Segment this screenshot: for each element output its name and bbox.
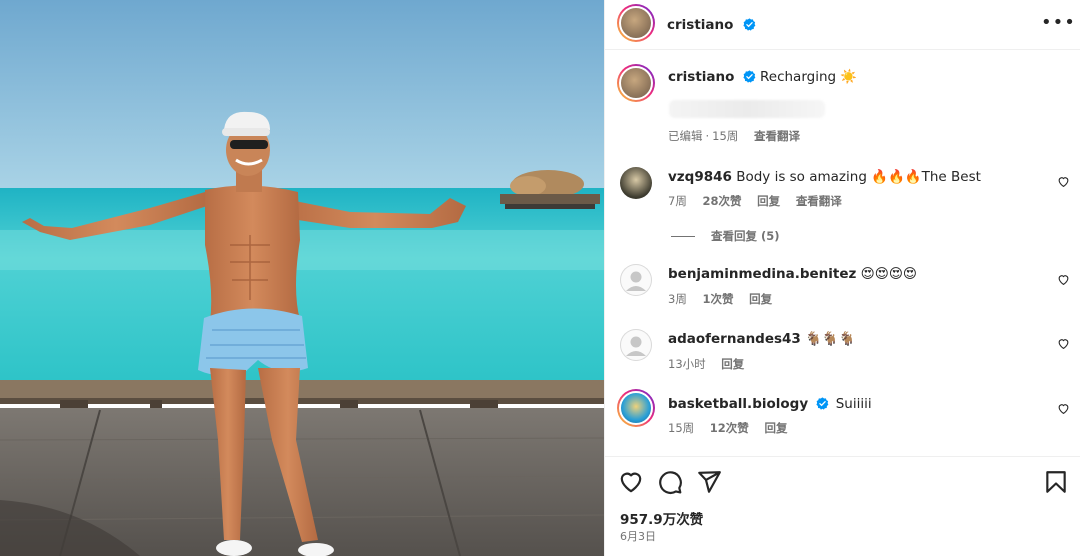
comment-username[interactable]: basketball.biology bbox=[668, 396, 808, 412]
post-header: cristiano ••• bbox=[605, 0, 1080, 50]
comment-text: Body is so amazing 🔥🔥🔥The Best bbox=[736, 169, 981, 185]
divider-line bbox=[671, 236, 695, 237]
caption-username[interactable]: cristiano bbox=[668, 69, 734, 85]
blurred-caption-text bbox=[669, 100, 825, 118]
default-avatar-icon bbox=[620, 329, 652, 361]
comment-text: 😍😍😍😍 bbox=[860, 266, 917, 282]
reply-button[interactable]: 回复 bbox=[764, 421, 787, 435]
view-replies-label[interactable]: 查看回复 (5) bbox=[711, 229, 780, 243]
see-translation-link[interactable]: 查看翻译 bbox=[754, 129, 800, 143]
post-side-panel: cristiano ••• cristiano Recharging ☀️ 已编… bbox=[604, 0, 1080, 556]
reply-button[interactable]: 回复 bbox=[757, 194, 780, 208]
author-avatar[interactable] bbox=[617, 4, 655, 42]
bookmark-icon[interactable] bbox=[1043, 469, 1069, 495]
reply-button[interactable]: 回复 bbox=[721, 357, 744, 371]
comment-like-heart-icon[interactable] bbox=[1057, 402, 1070, 415]
caption-meta: 已编辑 · 15周 查看翻译 bbox=[668, 128, 812, 144]
comment-meta: 3周 1次赞 回复 bbox=[668, 291, 784, 307]
caption-age: 15周 bbox=[712, 129, 739, 143]
post-photo[interactable] bbox=[0, 0, 604, 556]
author-username[interactable]: cristiano bbox=[667, 17, 733, 33]
meta-separator: · bbox=[705, 129, 710, 143]
comment-body: basketball.biology Suiiiii bbox=[668, 396, 872, 412]
share-icon[interactable] bbox=[696, 469, 722, 495]
reply-button[interactable]: 回复 bbox=[749, 292, 772, 306]
comment-text: Suiiiii bbox=[835, 396, 872, 412]
comment-like-heart-icon[interactable] bbox=[1057, 337, 1070, 350]
commenter-avatar[interactable] bbox=[617, 389, 655, 427]
comment-username[interactable]: vzq9846 bbox=[668, 169, 732, 185]
default-avatar-icon bbox=[620, 264, 652, 296]
verified-badge-icon bbox=[816, 397, 829, 410]
comment-meta: 13小时 回复 bbox=[668, 356, 756, 372]
comment-meta: 7周 28次赞 回复 查看翻译 bbox=[668, 193, 854, 209]
comment-body: adaofernandes43 🐐🐐🐐 bbox=[668, 331, 856, 347]
comment-like-heart-icon[interactable] bbox=[1057, 273, 1070, 286]
comment-likes[interactable]: 1次赞 bbox=[702, 292, 733, 306]
edited-label: 已编辑 bbox=[668, 129, 703, 143]
comment-like-heart-icon[interactable] bbox=[1057, 175, 1070, 188]
verified-badge-icon bbox=[743, 70, 756, 83]
comment-username[interactable]: adaofernandes43 bbox=[668, 331, 801, 347]
comment-meta: 15周 12次赞 回复 bbox=[668, 420, 799, 436]
comment-body: benjaminmedina.benitez 😍😍😍😍 bbox=[668, 266, 917, 282]
comment-icon[interactable] bbox=[657, 469, 683, 495]
author-name-row: cristiano bbox=[667, 14, 756, 33]
comment-likes[interactable]: 12次赞 bbox=[710, 421, 749, 435]
caption-text: Recharging ☀️ bbox=[760, 69, 858, 85]
post-actions-bar: 957.9万次赞 6月3日 bbox=[605, 456, 1080, 556]
comment-body: vzq9846 Body is so amazing 🔥🔥🔥The Best bbox=[668, 169, 981, 185]
comment-likes[interactable]: 28次赞 bbox=[702, 194, 741, 208]
commenter-avatar[interactable] bbox=[620, 329, 652, 361]
verified-badge-icon bbox=[742, 18, 755, 31]
more-options-icon[interactable]: ••• bbox=[1041, 13, 1075, 33]
post-caption: cristiano Recharging ☀️ bbox=[668, 69, 857, 85]
comment-age: 13小时 bbox=[668, 357, 706, 371]
comment-age: 3周 bbox=[668, 292, 687, 306]
see-translation-link[interactable]: 查看翻译 bbox=[796, 194, 842, 208]
post-date[interactable]: 6月3日 bbox=[620, 528, 656, 544]
comment-age: 15周 bbox=[668, 421, 695, 435]
heart-icon[interactable] bbox=[618, 469, 644, 495]
likes-count[interactable]: 957.9万次赞 bbox=[620, 508, 703, 528]
comment-age: 7周 bbox=[668, 194, 687, 208]
comment-text: 🐐🐐🐐 bbox=[805, 331, 856, 347]
caption-avatar[interactable] bbox=[617, 64, 655, 102]
commenter-avatar[interactable] bbox=[620, 167, 652, 199]
view-replies-button[interactable]: 查看回复 (5) bbox=[671, 228, 780, 244]
commenter-avatar[interactable] bbox=[620, 264, 652, 296]
comment-username[interactable]: benjaminmedina.benitez bbox=[668, 266, 856, 282]
